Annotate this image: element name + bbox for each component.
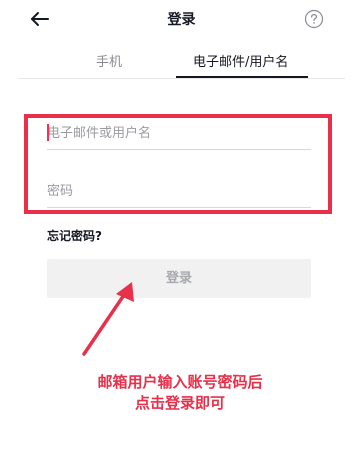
question-circle-icon [304,9,324,29]
password-field [47,177,311,208]
tab-phone[interactable]: 手机 [96,51,122,70]
annotation-line-2: 点击登录即可 [134,394,225,412]
email-field [47,119,311,150]
forgot-password-link[interactable]: 忘记密码? [47,227,102,244]
annotation-line-1: 邮箱用户输入账号密码后 [97,373,263,391]
text-caret [47,124,49,141]
tabs-divider [18,78,345,79]
tab-email-username[interactable]: 电子邮件/用户名 [193,51,288,70]
password-input[interactable] [47,177,311,205]
help-button[interactable] [304,9,324,29]
login-tabs: 手机 电子邮件/用户名 [36,44,310,78]
arrow-annotation-icon [82,282,134,356]
email-username-input[interactable] [47,119,311,147]
login-page: 登录 手机 电子邮件/用户名 忘记密码? 登录 邮箱用户输入账号密码后 点击登录… [0,0,363,455]
annotation-text: 邮箱用户输入账号密码后 点击登录即可 [60,372,300,414]
top-bar: 登录 [0,0,363,40]
